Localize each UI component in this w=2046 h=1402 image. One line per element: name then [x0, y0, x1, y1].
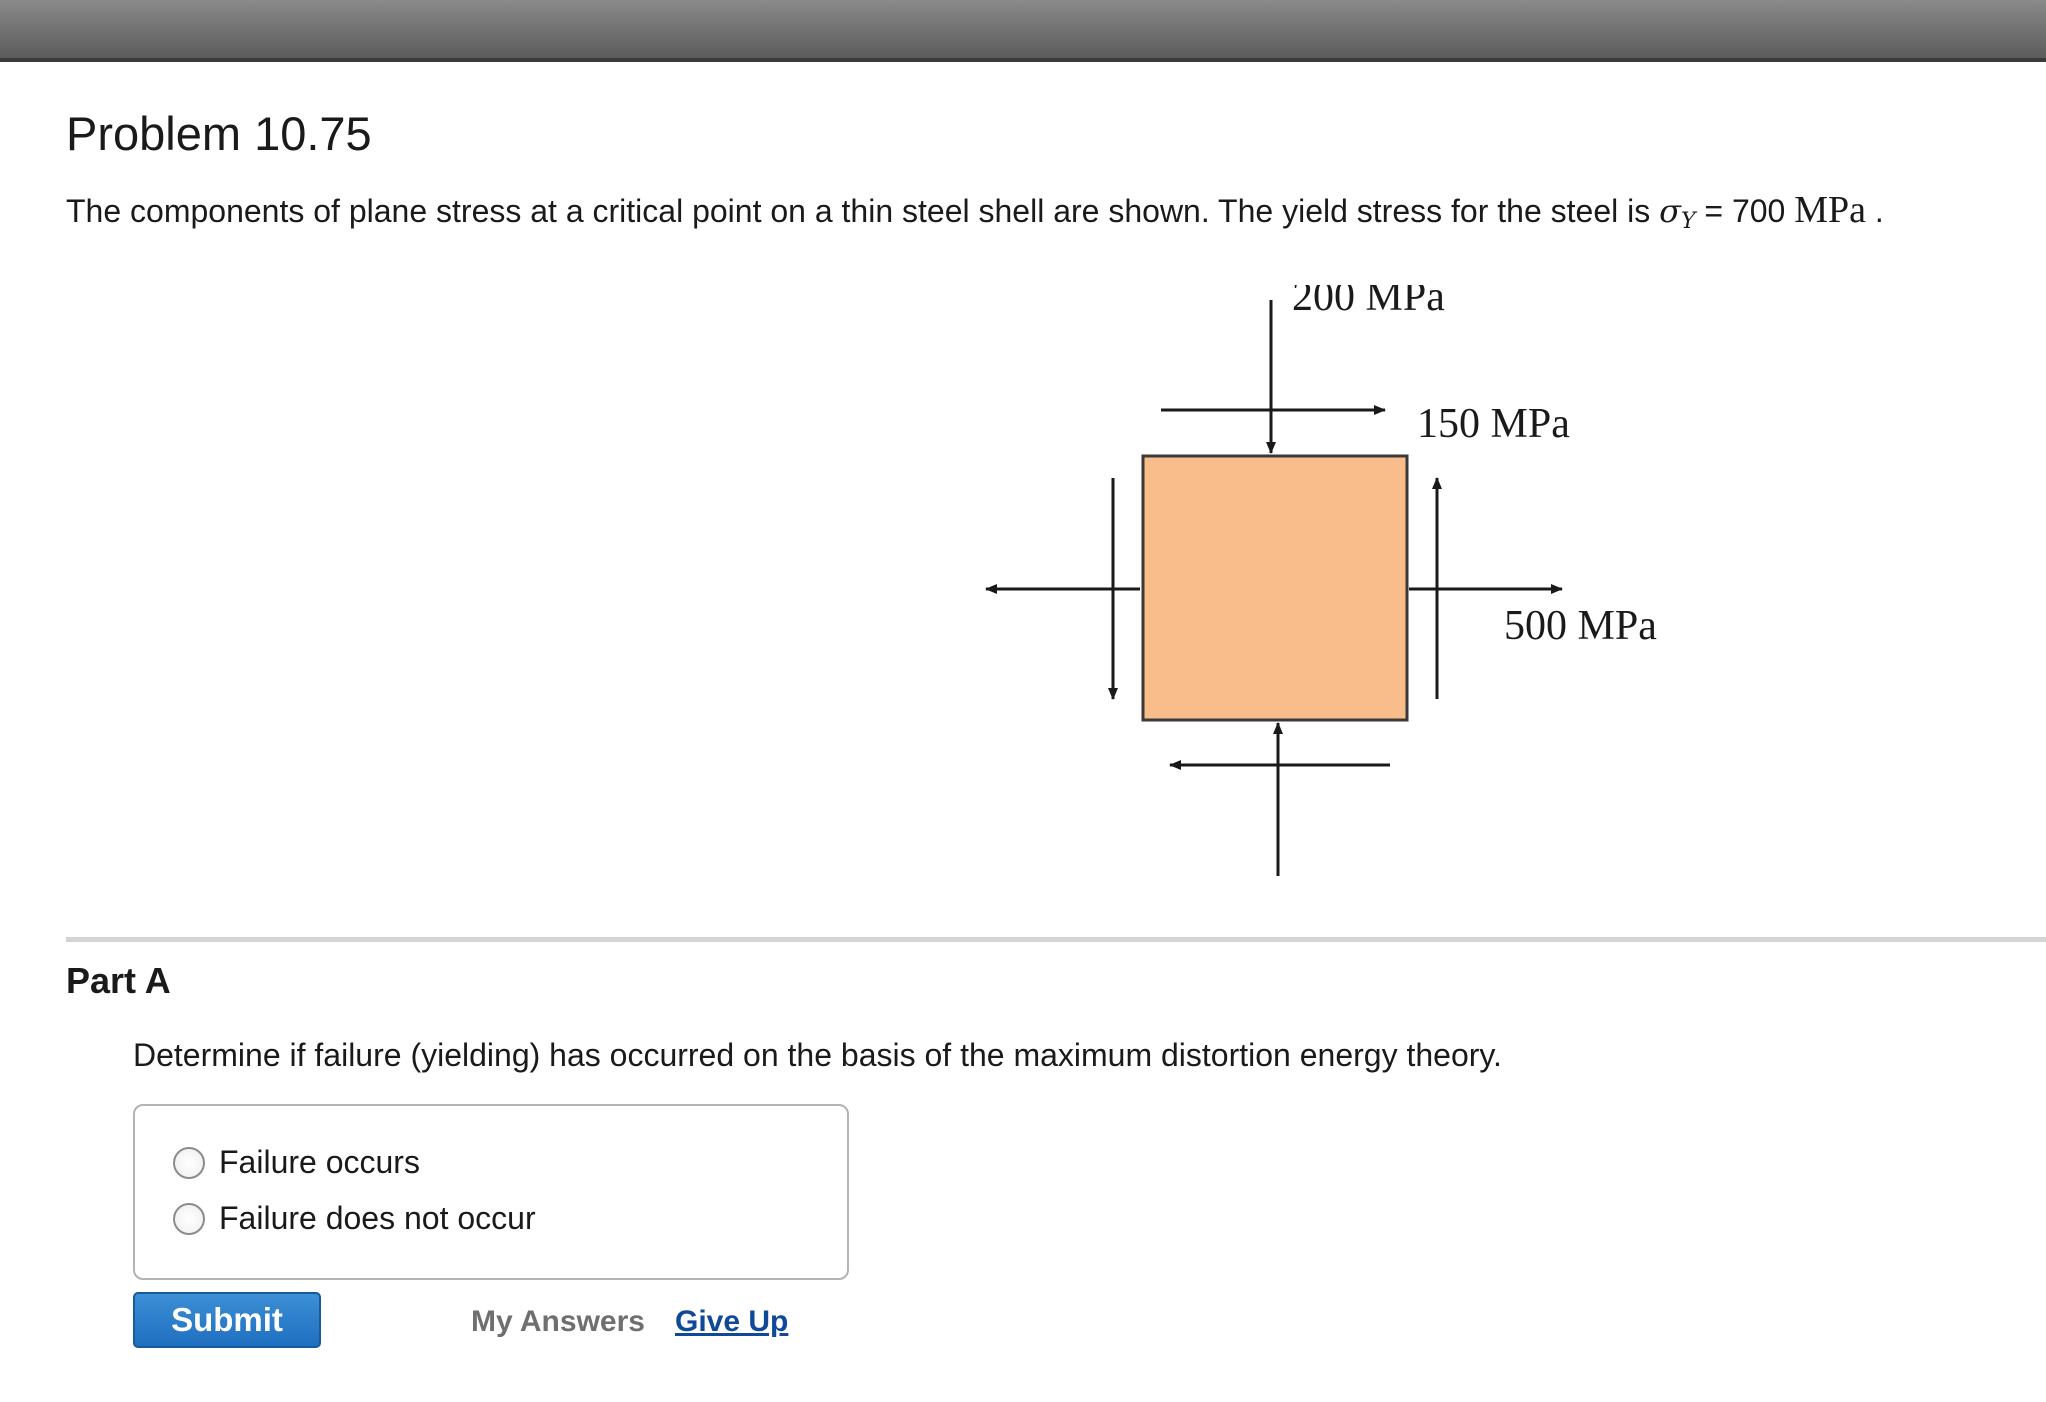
problem-title: Problem 10.75 — [66, 107, 372, 160]
top-banner — [0, 0, 2046, 62]
yield-value: = 700 — [1695, 193, 1795, 229]
label-500-mpa: 500 MPa — [1504, 603, 1657, 649]
option-label: Failure does not occur — [219, 1200, 536, 1236]
stress-element — [1141, 454, 1409, 722]
sigma-symbol: σ — [1659, 192, 1681, 230]
my-answers-label: My Answers — [471, 1305, 645, 1338]
option-label: Failure occurs — [219, 1144, 420, 1180]
submit-button[interactable]: Submit — [133, 1292, 321, 1348]
problem-statement: The components of plane stress at a crit… — [66, 188, 1884, 234]
part-a-question: Determine if failure (yielding) has occu… — [133, 1037, 1502, 1073]
give-up-link[interactable]: Give Up — [675, 1305, 788, 1339]
option-failure-does-not-occur[interactable]: Failure does not occur — [173, 1200, 536, 1237]
statement-period: . — [1866, 193, 1884, 229]
part-a-title: Part A — [66, 960, 171, 1001]
stress-element-figure: 200 MPa 150 MPa 500 MPa — [960, 285, 1700, 885]
yield-unit: MPa — [1794, 189, 1867, 231]
section-divider — [66, 937, 2046, 942]
label-150-mpa: 150 MPa — [1417, 401, 1570, 447]
sigma-subscript: Y — [1680, 209, 1696, 234]
answer-choices-box: Failure occurs Failure does not occur — [133, 1104, 849, 1280]
statement-text: The components of plane stress at a crit… — [66, 193, 1660, 229]
label-200-mpa: 200 MPa — [1292, 285, 1445, 320]
radio-button-failure-occurs[interactable] — [173, 1146, 205, 1179]
radio-button-failure-does-not-occur[interactable] — [173, 1202, 205, 1235]
option-failure-occurs[interactable]: Failure occurs — [173, 1144, 420, 1181]
